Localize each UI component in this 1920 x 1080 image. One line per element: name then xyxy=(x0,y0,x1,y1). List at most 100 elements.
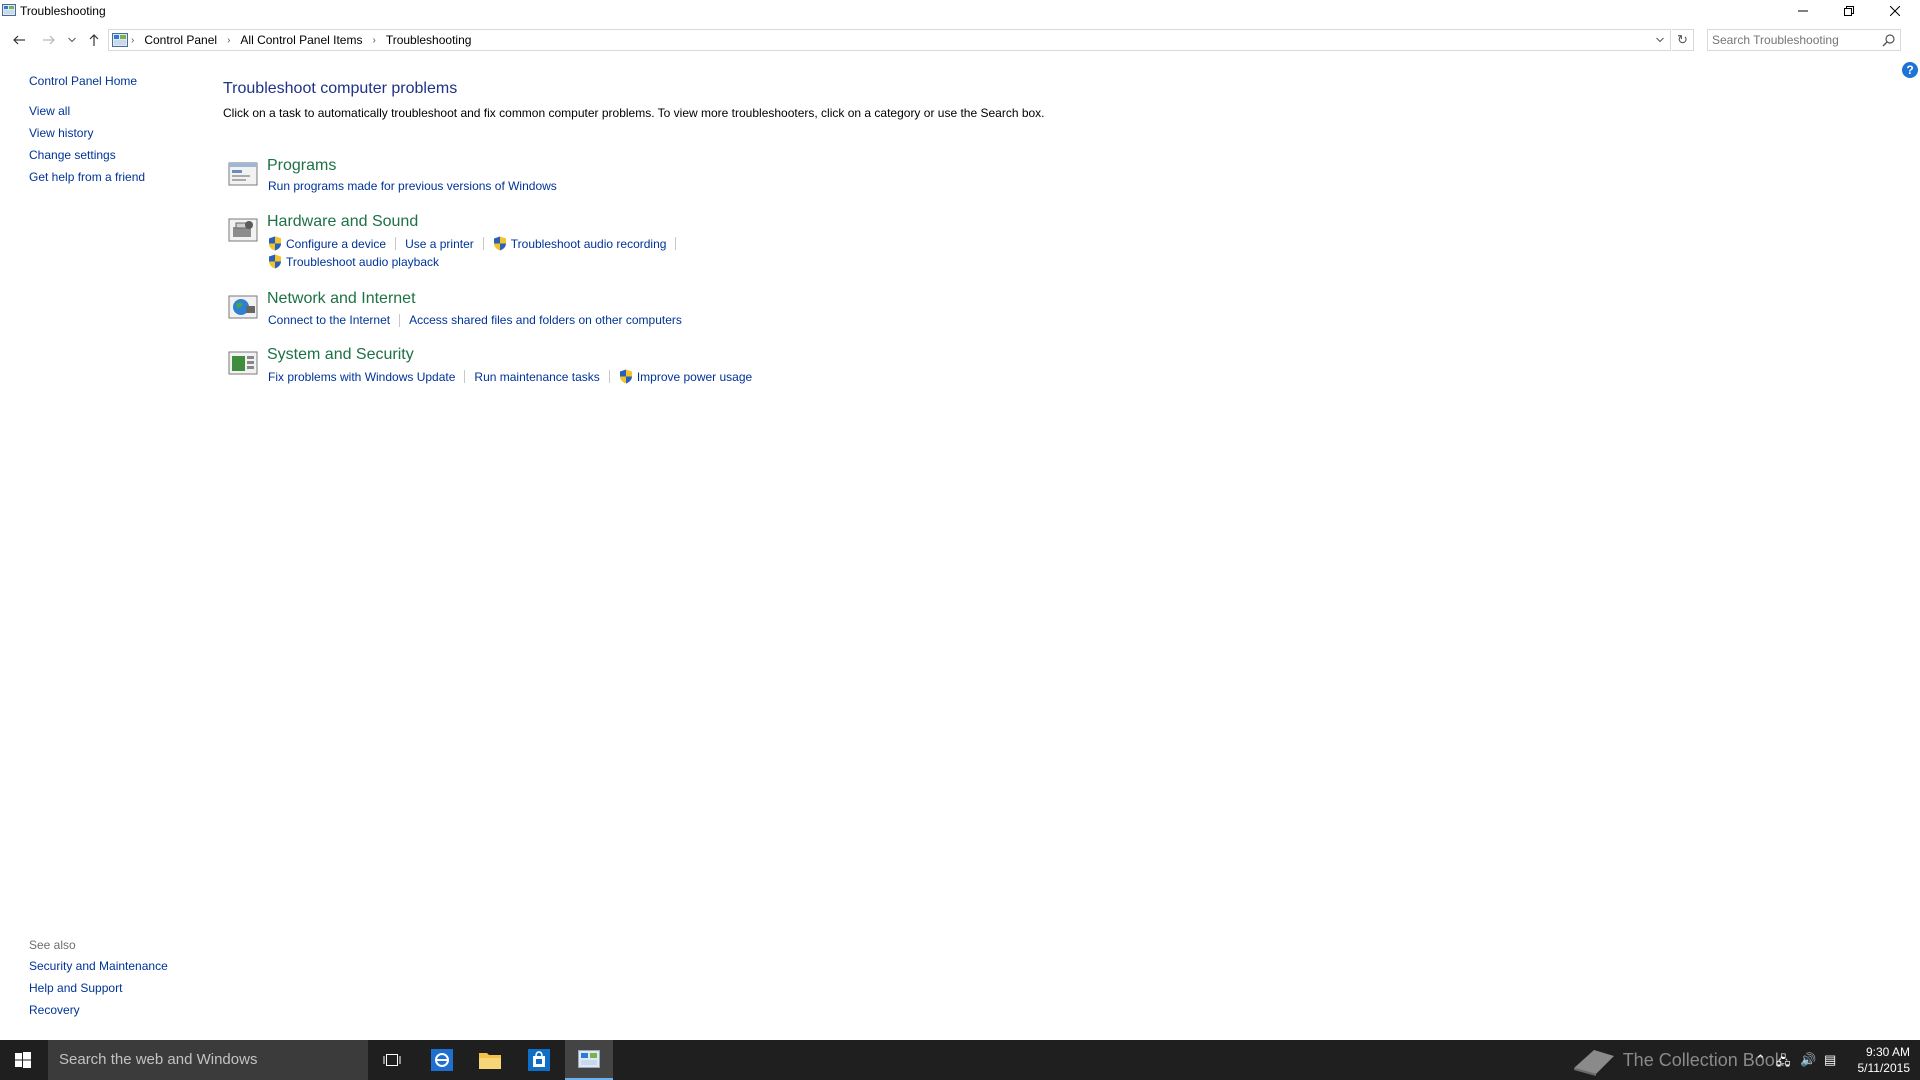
restore-button[interactable] xyxy=(1826,0,1872,22)
sidebar-item-change-settings[interactable]: Change settings xyxy=(29,148,145,162)
chevron-down-icon xyxy=(68,37,76,43)
fix-windows-update-link[interactable]: Fix problems with Windows Update xyxy=(268,370,455,384)
show-hidden-icons-chevron-icon[interactable]: ⌃ xyxy=(1755,1052,1766,1068)
address-field[interactable]: › Control Panel › All Control Panel Item… xyxy=(108,29,1671,51)
breadcrumb-control-panel[interactable]: Control Panel xyxy=(144,33,217,47)
sidebar-item-view-history[interactable]: View history xyxy=(29,126,145,140)
network-icon[interactable]: 🖧 xyxy=(1776,1052,1791,1074)
breadcrumb: › Control Panel › All Control Panel Item… xyxy=(131,33,479,47)
programs-title-link[interactable]: Programs xyxy=(267,157,336,175)
link-separator xyxy=(399,313,401,327)
minimize-icon xyxy=(1798,10,1808,12)
watermark-logo: The Collection Book xyxy=(1570,1046,1784,1076)
breadcrumb-all-items[interactable]: All Control Panel Items xyxy=(240,33,362,47)
run-old-programs-link[interactable]: Run programs made for previous versions … xyxy=(268,179,557,193)
start-button[interactable] xyxy=(0,1040,46,1080)
up-arrow-icon xyxy=(89,34,99,46)
uac-shield-icon xyxy=(269,236,281,251)
volume-icon[interactable]: 🔊 xyxy=(1800,1052,1816,1068)
refresh-button[interactable]: ↻ xyxy=(1672,29,1694,51)
chevron-right-icon: › xyxy=(131,34,135,46)
chevron-right-icon[interactable]: › xyxy=(372,35,375,46)
search-icon[interactable] xyxy=(1882,33,1896,47)
troubleshoot-audio-recording-link[interactable]: Troubleshoot audio recording xyxy=(493,236,667,251)
page-description: Click on a task to automatically trouble… xyxy=(223,106,1045,120)
see-also-section: See also Security and Maintenance Help a… xyxy=(29,938,168,1025)
taskbar-store[interactable] xyxy=(515,1040,563,1080)
link-separator xyxy=(675,237,677,250)
system-tray: The Collection Book ⌃ 🖧 🔊 ▤ 9:30 AM 5/11… xyxy=(1574,1040,1920,1080)
hardware-sound-icon xyxy=(228,218,258,242)
programs-links: Run programs made for previous versions … xyxy=(268,179,557,193)
see-also-security-maintenance[interactable]: Security and Maintenance xyxy=(29,959,168,973)
sidebar-item-get-help[interactable]: Get help from a friend xyxy=(29,170,145,184)
search-box[interactable] xyxy=(1707,29,1901,51)
network-internet-title-link[interactable]: Network and Internet xyxy=(267,290,416,308)
system-security-icon xyxy=(228,351,258,375)
programs-icon xyxy=(228,162,258,186)
back-button[interactable] xyxy=(8,31,30,49)
system-security-title-link[interactable]: System and Security xyxy=(267,346,414,364)
hardware-sound-links-row2: Troubleshoot audio playback xyxy=(268,254,439,269)
chevron-down-icon xyxy=(1656,37,1664,43)
control-panel-icon xyxy=(578,1050,600,1068)
control-panel-icon xyxy=(2,4,16,16)
close-button[interactable] xyxy=(1872,0,1918,22)
up-button[interactable] xyxy=(83,31,105,49)
recent-locations-button[interactable] xyxy=(61,31,83,49)
page-title: Troubleshoot computer problems xyxy=(223,80,458,97)
taskbar-file-explorer[interactable] xyxy=(466,1040,514,1080)
configure-device-label: Configure a device xyxy=(286,236,387,251)
windows-logo-icon xyxy=(15,1052,31,1068)
forward-button[interactable] xyxy=(38,31,60,49)
taskbar-internet-explorer[interactable] xyxy=(418,1040,466,1080)
address-dropdown-button[interactable] xyxy=(1650,30,1670,50)
task-view-button[interactable] xyxy=(368,1040,416,1080)
configure-device-link[interactable]: Configure a device xyxy=(268,236,386,251)
taskbar: Search the web and Windows The Collectio… xyxy=(0,1040,1920,1080)
uac-shield-icon xyxy=(493,236,506,251)
browser-icon xyxy=(431,1049,453,1071)
connect-internet-link[interactable]: Connect to the Internet xyxy=(268,313,390,327)
address-bar: › Control Panel › All Control Panel Item… xyxy=(0,27,1920,53)
taskbar-control-panel[interactable] xyxy=(565,1040,613,1080)
window-title: Troubleshooting xyxy=(20,4,106,18)
help-icon[interactable]: ? xyxy=(1902,62,1918,78)
link-separator xyxy=(608,370,610,383)
chevron-right-icon[interactable]: › xyxy=(227,35,230,46)
see-also-header: See also xyxy=(29,938,76,952)
back-arrow-icon xyxy=(13,35,25,45)
left-navigation: Control Panel Home View all View history… xyxy=(29,74,145,184)
minimize-button[interactable] xyxy=(1780,0,1826,22)
link-separator xyxy=(482,237,484,250)
system-security-links: Fix problems with Windows Update Run mai… xyxy=(268,369,752,384)
taskbar-search-box[interactable]: Search the web and Windows xyxy=(48,1040,368,1080)
clock-date: 5/11/2015 xyxy=(1857,1061,1911,1075)
folder-icon xyxy=(479,1053,501,1069)
troubleshoot-audio-playback-link[interactable]: Troubleshoot audio playback xyxy=(268,254,439,269)
control-panel-home-link[interactable]: Control Panel Home xyxy=(29,74,145,88)
clock-time: 9:30 AM xyxy=(1865,1045,1910,1059)
troubleshoot-audio-recording-label: Troubleshoot audio recording xyxy=(510,236,667,251)
see-also-recovery[interactable]: Recovery xyxy=(29,1003,168,1017)
hardware-sound-title-link[interactable]: Hardware and Sound xyxy=(267,213,418,231)
access-shared-files-link[interactable]: Access shared files and folders on other… xyxy=(409,313,682,327)
search-input[interactable] xyxy=(1712,30,1872,50)
store-icon xyxy=(528,1049,550,1071)
sidebar-item-view-all[interactable]: View all xyxy=(29,104,145,118)
action-center-icon[interactable]: ▤ xyxy=(1824,1052,1836,1068)
improve-power-usage-label: Improve power usage xyxy=(636,369,753,384)
hardware-sound-links-row1: Configure a device Use a printer Trouble… xyxy=(268,236,685,251)
run-maintenance-link[interactable]: Run maintenance tasks xyxy=(474,370,599,384)
network-internet-icon xyxy=(228,295,258,319)
book-icon xyxy=(1574,1050,1614,1076)
main-content: Troubleshoot computer problems Click on … xyxy=(223,80,1045,120)
control-panel-icon xyxy=(112,33,128,47)
breadcrumb-troubleshooting[interactable]: Troubleshooting xyxy=(386,33,472,47)
clock[interactable]: 9:30 AM 5/11/2015 xyxy=(1858,1044,1911,1076)
see-also-help-support[interactable]: Help and Support xyxy=(29,981,168,995)
link-separator xyxy=(395,237,397,250)
network-internet-links: Connect to the Internet Access shared fi… xyxy=(268,313,682,327)
use-printer-link[interactable]: Use a printer xyxy=(405,237,474,251)
improve-power-usage-link[interactable]: Improve power usage xyxy=(619,369,752,384)
